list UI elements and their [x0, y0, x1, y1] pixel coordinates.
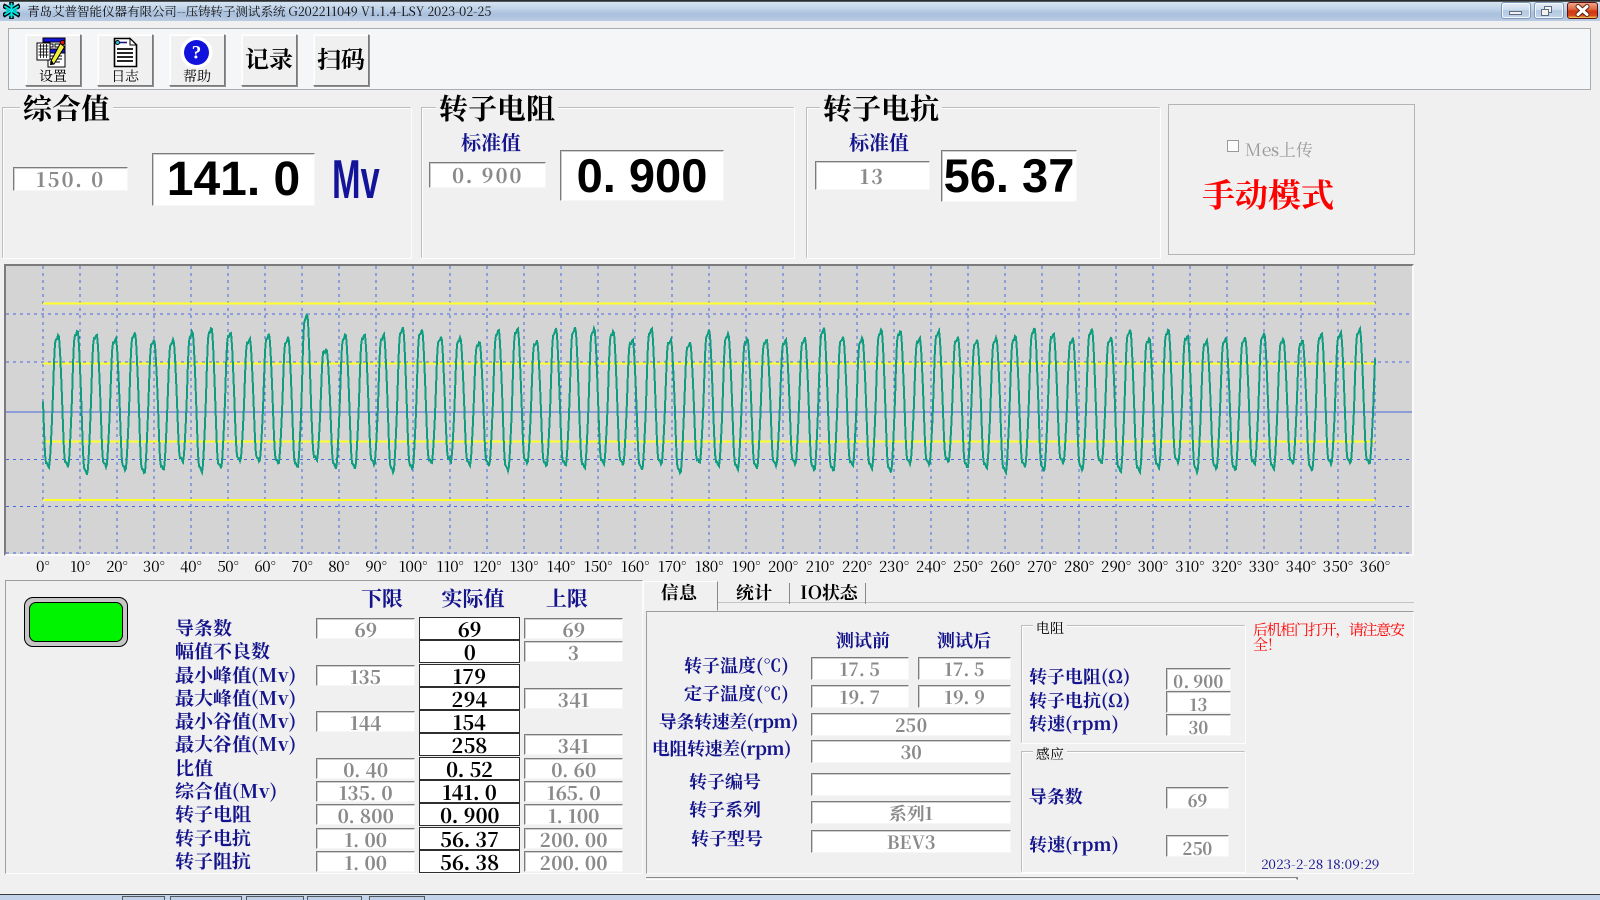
- svg-text:?: ?: [192, 43, 202, 64]
